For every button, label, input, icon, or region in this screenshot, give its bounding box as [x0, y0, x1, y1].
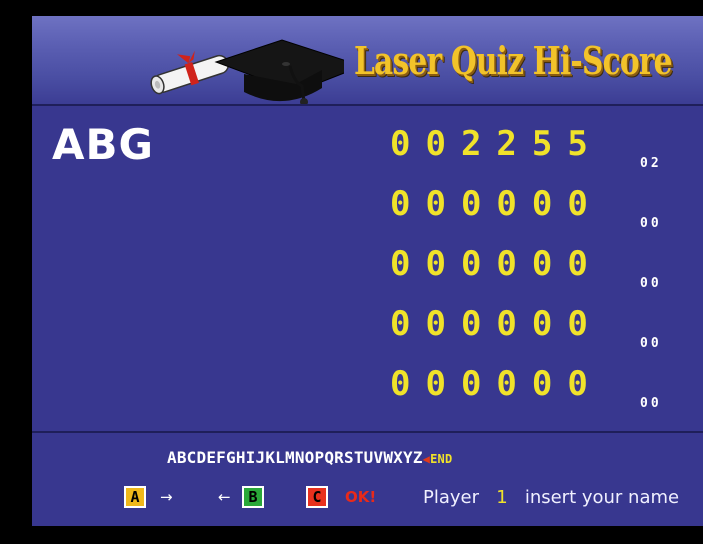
score-suffix: 00 [640, 216, 662, 231]
score-digits: 002255 [390, 124, 603, 164]
header-divider [32, 104, 703, 106]
score-suffix: 02 [640, 156, 662, 171]
score-suffix: 00 [640, 336, 662, 351]
score-row: 000000 00 [390, 364, 690, 411]
a-button-icon: A [124, 486, 146, 508]
score-row: 000000 00 [390, 184, 690, 231]
c-button-icon: C [306, 486, 328, 508]
graduation-cap-diploma-icon [150, 39, 344, 104]
player-name-entry: ABG [52, 120, 154, 169]
score-row: 002255 02 [390, 124, 690, 171]
score-digits: 000000 [390, 184, 603, 224]
letter-selector[interactable]: ABCDEFGHIJKLMNOPQRSTUVWXYZ◀END [167, 448, 452, 467]
score-suffix: 00 [640, 396, 662, 411]
score-row: 000000 00 [390, 244, 690, 291]
end-arrow-icon: ◀ [422, 452, 431, 466]
b-button-icon: B [242, 486, 264, 508]
prompt-post: insert your name [524, 487, 680, 508]
footer-divider [32, 431, 703, 433]
left-arrow-icon: ← [218, 488, 231, 506]
score-digits: 000000 [390, 244, 603, 284]
prompt-pre: Player [423, 487, 480, 508]
screen-title: Laser Quiz Hi-Score [354, 38, 673, 83]
name-entry-prompt: Player 1 insert your name [423, 487, 679, 508]
ok-label: OK! [345, 488, 377, 506]
right-arrow-icon: → [160, 488, 173, 506]
score-digits: 000000 [390, 304, 603, 344]
game-screen: Laser Quiz Hi-Score ABG 002255 02 000000… [32, 16, 703, 526]
alphabet-letters[interactable]: ABCDEFGHIJKLMNOPQRSTUVWXYZ [167, 448, 423, 467]
end-option[interactable]: END [430, 452, 452, 466]
score-row: 000000 00 [390, 304, 690, 351]
score-digits: 000000 [390, 364, 603, 404]
player-number: 1 [496, 487, 508, 508]
score-suffix: 00 [640, 276, 662, 291]
header-banner: Laser Quiz Hi-Score [32, 16, 703, 104]
